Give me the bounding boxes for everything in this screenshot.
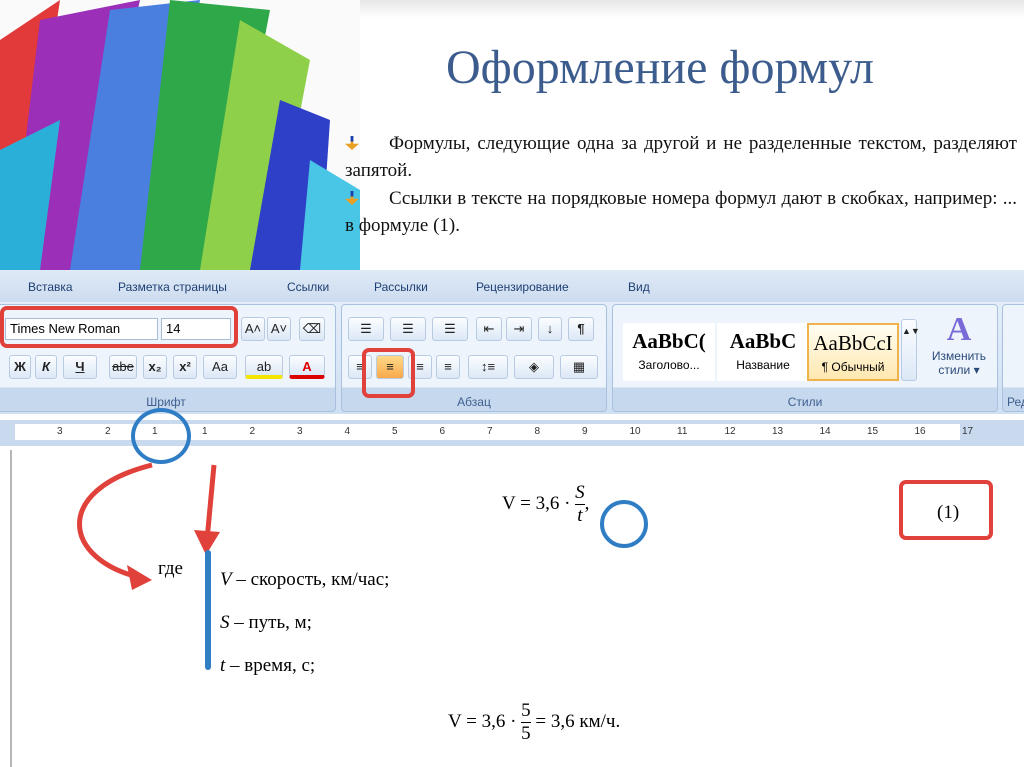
line-spacing-icon[interactable]: ↕≡ <box>468 355 508 379</box>
change-styles-icon: A <box>946 311 972 348</box>
formula-2: V = 3,6 · 55 = 3,6 км/ч. <box>448 700 621 744</box>
formula-1: V = 3,6 · St, <box>502 482 590 526</box>
center-align-highlight-box <box>362 348 415 398</box>
ruler-tick-label: 16 <box>914 426 926 437</box>
tab-review[interactable]: Рецензирование <box>476 280 569 294</box>
ruler-tick-label: 3 <box>297 426 303 437</box>
ruler-tick-label: 6 <box>439 426 446 437</box>
word-screenshot: Вставка Разметка страницы Ссылки Рассылк… <box>0 270 1024 767</box>
borders-icon[interactable]: ▦ <box>560 355 598 379</box>
definition-v: V – скорость, км/час; <box>220 569 390 590</box>
editing-group: Ред <box>1002 304 1024 412</box>
alignment-bar <box>205 550 211 670</box>
ruler-tick-label: 10 <box>629 426 641 437</box>
superscript-button[interactable]: x² <box>173 355 197 379</box>
slide-title: Оформление формул <box>446 41 874 94</box>
bullet-2: Ссылки в тексте на порядковые номера фор… <box>345 188 1017 236</box>
definition-s: S – путь, м; <box>220 612 312 633</box>
numbering-icon[interactable]: ☰ <box>390 317 426 341</box>
decrease-indent-icon[interactable]: ⇤ <box>476 317 502 341</box>
where-label: где <box>158 558 183 579</box>
bullet-arrow-icon <box>345 136 359 150</box>
italic-button[interactable]: К <box>35 355 57 379</box>
styles-group: AaBbC(Заголово... AaBbC Название AaBbCcI ¶… <box>612 304 998 412</box>
change-case-button[interactable]: Aa <box>203 355 237 379</box>
ruler-tick-label: 12 <box>724 426 736 437</box>
subscript-button[interactable]: x₂ <box>143 355 167 379</box>
tab-view[interactable]: Вид <box>628 280 650 294</box>
tab-insert[interactable]: Вставка <box>28 280 73 294</box>
font-highlight-box <box>0 306 238 348</box>
underline-button[interactable]: Ч <box>63 355 97 379</box>
bullets-icon[interactable]: ☰ <box>348 317 384 341</box>
ruler-tick-label: 3 <box>57 426 63 437</box>
ribbon-tabs: Вставка Разметка страницы Ссылки Рассылк… <box>0 270 1024 302</box>
strikethrough-button[interactable]: abe <box>109 355 137 379</box>
style-title[interactable]: AaBbC Название <box>717 323 809 381</box>
formula-number-highlight-box <box>899 480 993 540</box>
bullet-arrow-icon <box>345 191 359 205</box>
highlight-icon[interactable]: ab <box>245 355 283 379</box>
multilevel-list-icon[interactable]: ☰ <box>432 317 468 341</box>
comma-highlight-circle <box>600 500 648 548</box>
grow-font-button[interactable]: A˄ <box>241 317 265 341</box>
increase-indent-icon[interactable]: ⇥ <box>506 317 532 341</box>
tab-mailings[interactable]: Рассылки <box>374 280 428 294</box>
ruler-tick-label: 9 <box>582 426 588 437</box>
ruler-tick-label: 11 <box>677 426 688 437</box>
shrink-font-button[interactable]: A˅ <box>267 317 291 341</box>
ruler-tick-label: 1 <box>202 426 208 437</box>
bullet-1: Формулы, следующие одна за другой и не р… <box>345 133 1017 181</box>
change-styles-button[interactable]: A Изменить стили ▾ <box>929 311 989 377</box>
ribbon: Times New Roman 14 A˄ A˅ ⌫ Ж К Ч abe x₂ … <box>0 302 1024 414</box>
ruler-tick-label: 2 <box>105 426 111 437</box>
ruler-tick-label: 2 <box>249 426 256 437</box>
ruler-tick-label: 17 <box>962 426 974 437</box>
font-color-icon[interactable]: A <box>289 355 325 379</box>
ruler-tick-label: 4 <box>344 426 351 437</box>
shading-icon[interactable]: ◈ <box>514 355 554 379</box>
ruler-tick-label: 7 <box>487 426 493 437</box>
definition-t: t – время, с; <box>220 655 316 676</box>
font-group-label: Шрифт <box>146 395 186 409</box>
definitions: V – скорость, км/час; S – путь, м; t – в… <box>220 558 389 687</box>
tab-references[interactable]: Ссылки <box>287 280 329 294</box>
justify-icon[interactable]: ≡ <box>436 355 460 379</box>
bold-button[interactable]: Ж <box>9 355 31 379</box>
tab-page-layout[interactable]: Разметка страницы <box>118 280 227 294</box>
show-marks-button[interactable]: ¶ <box>568 317 594 341</box>
style-heading[interactable]: AaBbC(Заголово... <box>623 323 715 381</box>
clear-format-icon[interactable]: ⌫ <box>299 317 325 341</box>
sort-icon[interactable]: ↓ <box>538 317 562 341</box>
ruler-tick-label: 5 <box>392 426 398 437</box>
styles-group-label: Стили <box>787 395 823 409</box>
document-page: V = 3,6 · St, (1) где V – скорость, км/ч… <box>10 450 1024 767</box>
colorful-paper-image <box>0 0 360 270</box>
styles-scroll[interactable]: ▲▼ <box>901 319 920 381</box>
ruler-tick-label: 14 <box>819 426 831 437</box>
ruler-tick-label: 13 <box>772 426 784 437</box>
ruler-tick-label: 15 <box>867 426 879 437</box>
style-normal[interactable]: AaBbCcI ¶ Обычный <box>807 323 899 381</box>
ruler-tick-label: 8 <box>534 426 541 437</box>
